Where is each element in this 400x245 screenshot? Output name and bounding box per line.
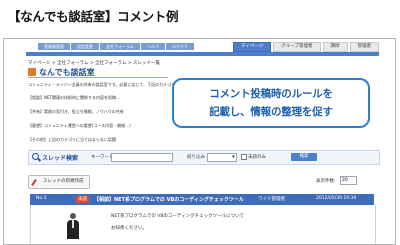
page-heading: 【なんでも談話室】コメント例 bbox=[8, 9, 179, 24]
page-title-row: なんでも談話室 bbox=[28, 67, 168, 78]
thread-body-line: お知恵ください。 bbox=[111, 226, 147, 231]
search-button[interactable]: 検索 bbox=[291, 153, 317, 161]
nav-item-settings[interactable]: 設定変更 bbox=[71, 43, 99, 50]
tab-admin[interactable]: 管理者 bbox=[349, 42, 379, 52]
description-line: 【共有】実践の気付き、役立ち情報、ノウハウの共有 bbox=[28, 109, 124, 114]
unread-only-label: 未読のみ bbox=[248, 155, 266, 160]
thread-body: NET系プログラムでの VBのコーディングチェックツールについて お知恵ください… bbox=[30, 205, 376, 244]
thread-body-line: NET系プログラムでの VBのコーディングチェックツールについて bbox=[111, 214, 244, 219]
description-line: コミュニティ・メンバー全員の共有の談話室です。必要に応じて、下記のカテゴリ… bbox=[28, 82, 180, 87]
thread-date: 2012/05/30 19:39 bbox=[316, 196, 357, 201]
thread-author: ワイド管理者 bbox=[258, 197, 285, 202]
nav-item-logoff[interactable]: ログオフ bbox=[165, 43, 194, 50]
filter-label: 絞り込み bbox=[187, 155, 205, 160]
callout-pointer-inner bbox=[181, 98, 188, 108]
thread-search-panel: スレッド検索 キーワード 絞り込み 未読のみ 検索 bbox=[28, 150, 380, 165]
tab-group-admin[interactable]: グループ管理者 bbox=[273, 42, 321, 52]
thread-number: No.3 bbox=[36, 196, 47, 201]
callout-line-2: 記載し、情報の整理を促す bbox=[209, 106, 333, 118]
search-icon bbox=[32, 153, 39, 160]
nav-item-help[interactable]: ヘルプ bbox=[140, 43, 165, 50]
description-line: 【その他】上記のカテゴリに当てはまらない話題 bbox=[28, 137, 116, 142]
keyword-input[interactable] bbox=[111, 153, 173, 162]
tab-mypage[interactable]: マイページ bbox=[232, 42, 272, 52]
role-tabs: マイページ グループ管理者 講師 管理者 bbox=[232, 42, 379, 52]
nav-item-user-admin[interactable]: 登録者管理 bbox=[38, 43, 70, 50]
thread-header[interactable]: No.3 未読 【相談】NET系プログラムでの VBのコーディングチェックツール… bbox=[30, 194, 374, 205]
callout-box: コメント投稿時のルールを 記載し、情報の整理を促す bbox=[172, 78, 370, 128]
new-thread-button[interactable]: スレッドの新規作成 bbox=[28, 175, 90, 189]
breadcrumb[interactable]: マイページ > 全社フォーラム > 全社フォーラム > スレッド一覧 bbox=[28, 60, 160, 66]
tab-instructor[interactable]: 講師 bbox=[322, 42, 348, 52]
nav-item-forum[interactable]: 全社フォーラム bbox=[100, 43, 140, 50]
unread-badge: 未読 bbox=[76, 196, 89, 203]
filter-select[interactable] bbox=[207, 153, 237, 162]
header-band bbox=[26, 52, 379, 56]
display-count-select[interactable]: 20 bbox=[340, 176, 357, 185]
page-title: なんでも談話室 bbox=[39, 68, 95, 77]
description-line: 【相談】NET関連の技術的に関係する内容を投稿… bbox=[28, 95, 120, 100]
thread-title[interactable]: 【相談】NET系プログラムでの VBのコーディングチェックツール bbox=[94, 196, 244, 203]
avatar bbox=[67, 213, 79, 239]
display-count-label: 表示件数: bbox=[316, 179, 336, 184]
screenshot-frame: 登録者管理 設定変更 全社フォーラム ヘルプ ログオフ マイページ グループ管理… bbox=[3, 38, 396, 245]
unread-only-checkbox[interactable] bbox=[241, 154, 247, 160]
description-line: 【要望】コミュニティ運営への要望(コース内容・開催…) bbox=[28, 123, 131, 128]
new-thread-label: スレッドの新規作成 bbox=[43, 179, 84, 184]
top-nav-left: 登録者管理 設定変更 全社フォーラム ヘルプ ログオフ bbox=[38, 43, 194, 50]
forum-icon bbox=[28, 68, 36, 76]
callout-line-1: コメント投稿時のルールを bbox=[209, 88, 333, 100]
search-title: スレッド検索 bbox=[42, 155, 79, 162]
pencil-icon bbox=[31, 179, 37, 186]
